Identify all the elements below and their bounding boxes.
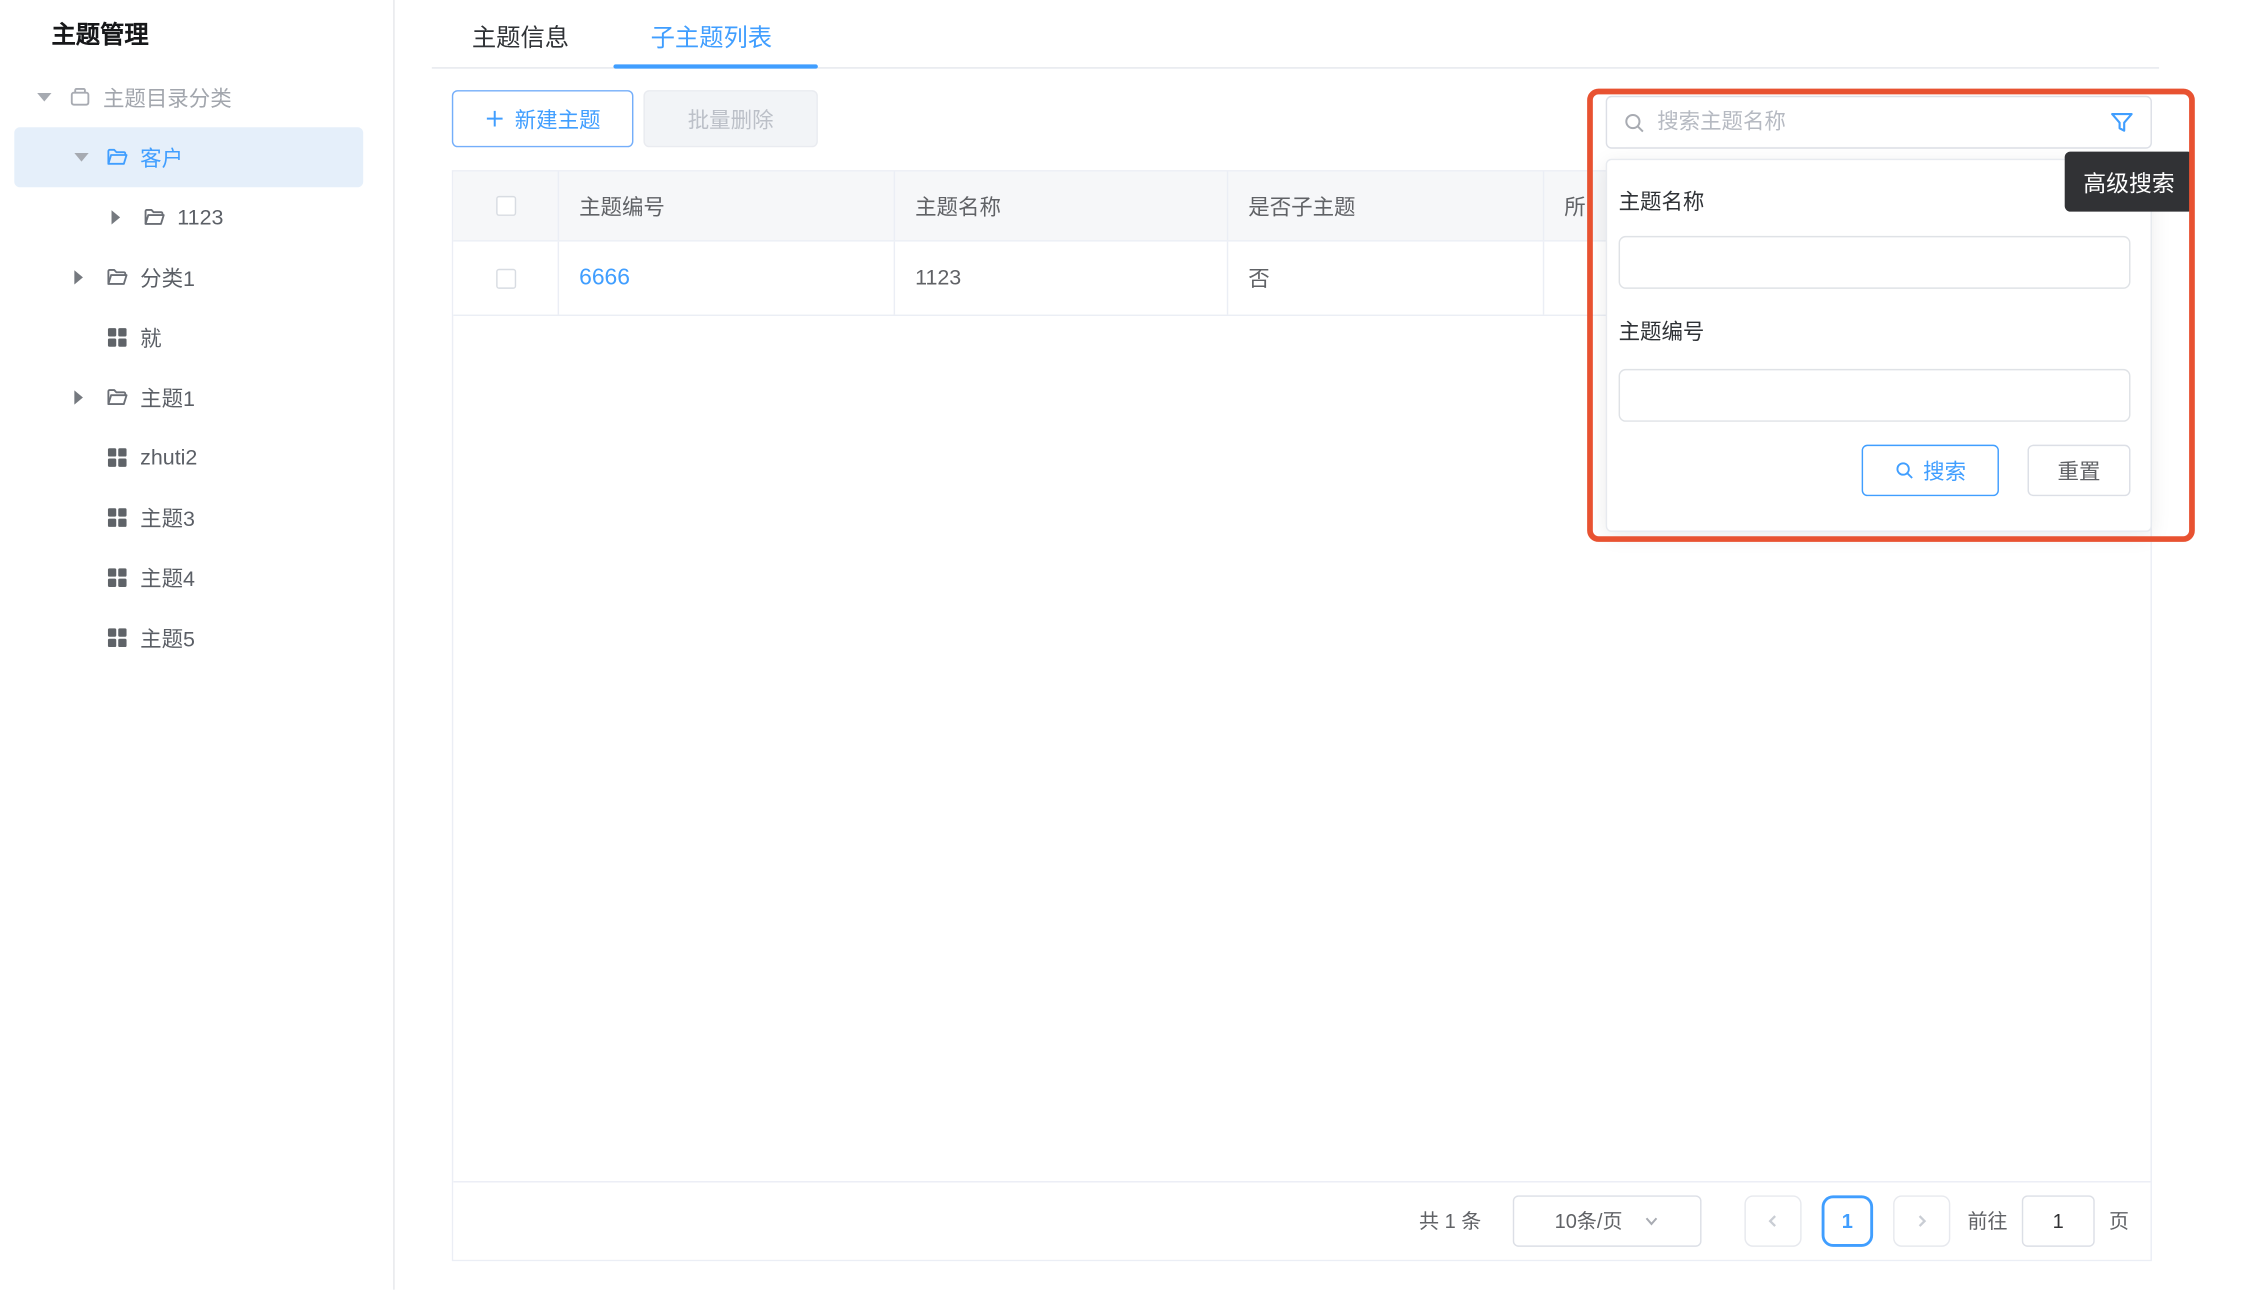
tree-item-topic5[interactable]: 主题5 (0, 608, 393, 668)
tree-item-customer[interactable]: 客户 (14, 127, 363, 187)
folder-open-icon (143, 206, 166, 229)
sidebar: 主题管理 主题目录分类 客户 (0, 0, 393, 1310)
tree-item-zhuti2[interactable]: zhuti2 (0, 428, 393, 488)
goto-label: 前往 (1967, 1207, 2007, 1236)
tree-item-1123[interactable]: 1123 (0, 187, 393, 247)
page-number-button[interactable]: 1 (1822, 1195, 1873, 1246)
topic-name-cell: 1123 (895, 242, 1228, 315)
advanced-search-tooltip: 高级搜索 (2065, 152, 2194, 212)
topic-id-label: 主题编号 (1619, 316, 1705, 346)
category-icon (69, 86, 92, 109)
search-button-label: 搜索 (1923, 455, 1966, 485)
tab-topic-info[interactable]: 主题信息 (472, 17, 569, 53)
row-checkbox-cell (453, 242, 559, 315)
chevron-down-icon[interactable] (37, 87, 57, 107)
tree-item-label: 主题3 (140, 503, 195, 533)
tree-item-category1[interactable]: 分类1 (0, 247, 393, 307)
search-icon (1623, 111, 1646, 134)
grid-icon (106, 566, 129, 589)
tree-item-label: 主题4 (140, 563, 195, 593)
chevron-right-icon (1913, 1213, 1930, 1230)
folder-open-icon (106, 266, 129, 289)
pagination: 共 1 条 10条/页 1 (1419, 1195, 2129, 1246)
search-input[interactable] (1646, 110, 2109, 134)
tab-subtopic-list[interactable]: 子主题列表 (651, 17, 773, 53)
column-header-topic-id: 主题编号 (559, 172, 895, 241)
advanced-search-panel: 主题名称 主题编号 搜索 重置 (1606, 159, 2152, 532)
page-size-select[interactable]: 10条/页 (1513, 1195, 1702, 1246)
chevron-down-icon (1643, 1213, 1660, 1230)
sidebar-title: 主题管理 (51, 14, 148, 50)
tree-item-topic-catalog[interactable]: 主题目录分类 (0, 67, 393, 127)
table-footer: 共 1 条 10条/页 1 (453, 1181, 2150, 1260)
tree-item-label: 1123 (177, 205, 223, 229)
column-header-is-subtopic: 是否子主题 (1228, 172, 1544, 241)
tree-item-label: 就 (140, 322, 161, 352)
topic-search-box (1606, 96, 2152, 149)
tree-item-jiu[interactable]: 就 (0, 307, 393, 367)
tree-item-label: 主题目录分类 (103, 82, 232, 112)
grid-icon (106, 506, 129, 529)
tree-item-label: zhuti2 (140, 445, 197, 469)
chevron-right-icon[interactable] (74, 387, 94, 407)
chevron-right-icon[interactable] (112, 207, 132, 227)
grid-icon (106, 326, 129, 349)
reset-button[interactable]: 重置 (2028, 445, 2131, 496)
new-topic-button[interactable]: 新建主题 (452, 90, 634, 147)
plus-icon (485, 109, 505, 129)
topic-id-input[interactable] (1619, 369, 2131, 422)
row-checkbox[interactable] (495, 268, 515, 288)
active-tab-underline (613, 64, 817, 68)
is-subtopic-cell: 否 (1228, 242, 1544, 315)
search-icon (1895, 460, 1915, 480)
grid-icon (106, 446, 129, 469)
new-topic-label: 新建主题 (515, 104, 601, 134)
chevron-down-icon[interactable] (74, 147, 94, 167)
batch-delete-button[interactable]: 批量删除 (643, 90, 817, 147)
tree-item-label: 客户 (140, 142, 183, 172)
tree-item-topic3[interactable]: 主题3 (0, 488, 393, 548)
tree-item-topic1[interactable]: 主题1 (0, 367, 393, 427)
select-all-checkbox[interactable] (495, 196, 515, 216)
tree-item-label: 分类1 (140, 262, 195, 292)
app-window: 主题管理 主题目录分类 客户 (0, 0, 2242, 1310)
filter-icon[interactable] (2109, 109, 2135, 135)
chevron-left-icon (1764, 1213, 1781, 1230)
page-suffix-label: 页 (2109, 1207, 2129, 1236)
chevron-right-icon[interactable] (74, 267, 94, 287)
page-size-value: 10条/页 (1555, 1207, 1623, 1236)
sidebar-divider (393, 0, 394, 1290)
prev-page-button[interactable] (1744, 1195, 1801, 1246)
topic-name-label: 主题名称 (1619, 186, 1705, 216)
tree-item-label: 主题1 (140, 382, 195, 412)
pagination-total: 共 1 条 (1419, 1207, 1481, 1236)
tree-item-topic4[interactable]: 主题4 (0, 548, 393, 608)
tree-item-label: 主题5 (140, 623, 195, 653)
goto-page-input[interactable] (2022, 1195, 2095, 1246)
folder-open-icon (106, 146, 129, 169)
folder-open-icon (106, 386, 129, 409)
header-checkbox-cell (453, 172, 559, 241)
grid-icon (106, 626, 129, 649)
topic-name-input[interactable] (1619, 236, 2131, 289)
search-button[interactable]: 搜索 (1862, 445, 1999, 496)
topic-id-link[interactable]: 6666 (579, 265, 630, 291)
next-page-button[interactable] (1893, 1195, 1950, 1246)
column-header-topic-name: 主题名称 (895, 172, 1228, 241)
